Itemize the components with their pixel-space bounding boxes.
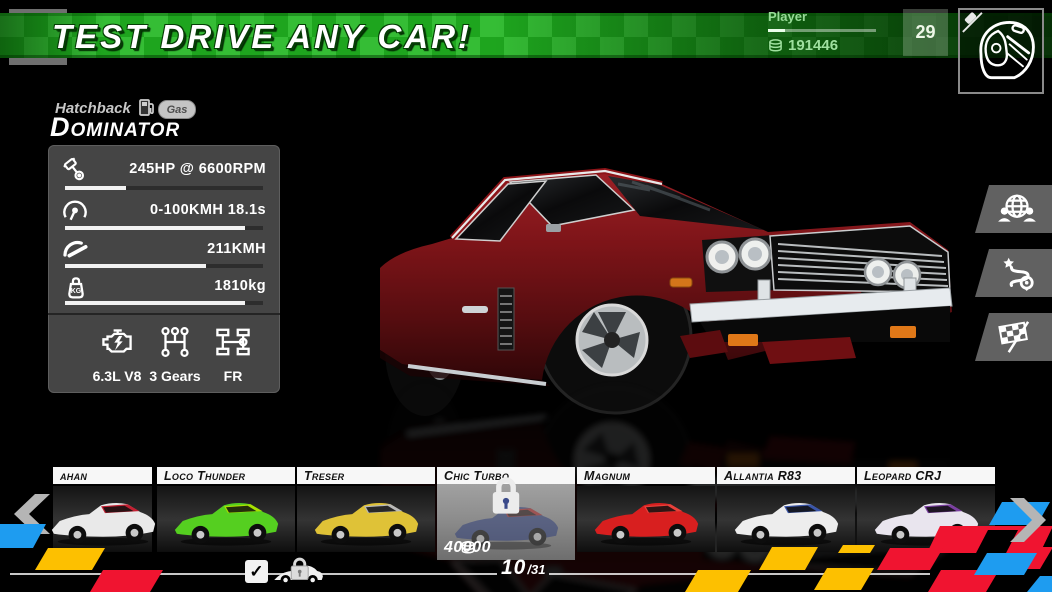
multiplayer-globe-icon	[996, 192, 1038, 226]
car-card[interactable]: Chic Turbo	[437, 467, 575, 560]
car-card-thumbnail	[157, 486, 295, 552]
car-counter-total: /31	[527, 562, 545, 577]
stat-topspeed-value: 211KMH	[207, 241, 266, 257]
car-card-name-bar: Magnum	[577, 467, 715, 484]
car-card-name: ahan	[53, 469, 87, 483]
career-route-button[interactable]	[975, 249, 1052, 297]
svg-text:KG: KG	[71, 288, 81, 295]
car-counter: 10 /31	[501, 556, 545, 580]
car-card[interactable]: ahan	[53, 467, 152, 552]
spec-drivetrain: FR	[198, 323, 268, 384]
car-card[interactable]: Leopard CRJ	[857, 467, 995, 552]
stat-weight-value: 1810kg	[214, 278, 266, 294]
car-stats-panel: 245HP @ 6600RPM 0-100KMH 18.1s 211KMH	[48, 145, 280, 393]
engine-icon	[97, 323, 137, 361]
locked-cars-filter-icon	[272, 556, 324, 591]
stat-row-power: 245HP @ 6600RPM	[58, 155, 270, 185]
stat-row-weight: KG 1810kg	[58, 272, 270, 302]
car-card[interactable]: Magnum	[577, 467, 715, 552]
car-card-name: Leopard CRJ	[857, 469, 941, 483]
stat-weight-bar	[65, 301, 263, 305]
car-name-title: Dominator	[50, 112, 180, 143]
profile-helmet-button[interactable]	[958, 8, 1044, 94]
car-counter-current: 10	[501, 556, 526, 580]
car-card-thumbnail: 40000	[437, 486, 575, 560]
car-card-name: Magnum	[577, 469, 630, 483]
drivetrain-icon	[213, 323, 253, 361]
car-carousel: ahan	[0, 467, 1052, 562]
player-name: Player	[768, 9, 807, 24]
stat-power-bar	[65, 186, 263, 190]
player-level-value: 29	[915, 22, 935, 43]
car-card-thumbnail	[53, 486, 152, 552]
car-card[interactable]: Allantia R83	[717, 467, 855, 552]
gearbox-icon	[155, 323, 195, 361]
player-currency: 191446	[768, 37, 838, 54]
stat-topspeed-bar	[65, 264, 263, 268]
car-card-name-bar: Loco Thunder	[157, 467, 295, 484]
player-level-badge: 29	[903, 9, 948, 56]
car-card[interactable]: Loco Thunder	[157, 467, 295, 552]
car-card-name-bar: Allantia R83	[717, 467, 855, 484]
car-card-thumbnail	[717, 486, 855, 552]
player-currency-value: 191446	[788, 37, 838, 54]
edit-pencil-icon	[963, 13, 982, 32]
car-card-name-bar: Leopard CRJ	[857, 467, 995, 484]
show-locked-checkbox[interactable]: ✓	[245, 560, 268, 583]
stat-acceleration-value: 0-100KMH 18.1s	[150, 202, 266, 218]
car-card-thumbnail	[857, 486, 995, 552]
panel-divider	[48, 313, 280, 315]
car-card-name: Loco Thunder	[157, 469, 245, 483]
car-card-name: Allantia R83	[717, 469, 802, 483]
multiplayer-button[interactable]	[975, 185, 1052, 233]
piston-icon	[60, 155, 90, 190]
player-xp-fill	[768, 29, 785, 32]
coin-icon	[768, 39, 783, 53]
car-card-thumbnail	[297, 486, 435, 552]
helmet-icon	[960, 10, 1042, 92]
stat-row-topspeed: 211KMH	[58, 235, 270, 265]
player-xp-bar	[768, 29, 876, 32]
stat-acceleration-bar	[65, 226, 263, 230]
car-card-name-bar: ahan	[53, 467, 152, 484]
game-screen: TEST DRIVE ANY CAR! Player 191446 29	[0, 0, 1052, 592]
spec-drivetrain-label: FR	[198, 368, 268, 384]
stat-power-value: 245HP @ 6600RPM	[129, 161, 266, 177]
car-card-thumbnail	[577, 486, 715, 552]
promo-banner-title: TEST DRIVE ANY CAR!	[52, 18, 472, 56]
race-flag-icon	[997, 319, 1037, 355]
car-card-name: Treser	[297, 469, 344, 483]
coin-icon	[460, 541, 475, 555]
stat-row-acceleration: 0-100KMH 18.1s	[58, 196, 270, 226]
car-card[interactable]: Treser	[297, 467, 435, 552]
career-route-icon	[997, 255, 1037, 291]
car-price: 40000	[444, 539, 491, 557]
checkmark-icon: ✓	[249, 562, 263, 582]
car-card-name-bar: Treser	[297, 467, 435, 484]
bottom-divider-right	[549, 573, 930, 575]
race-flag-button[interactable]	[975, 313, 1052, 361]
